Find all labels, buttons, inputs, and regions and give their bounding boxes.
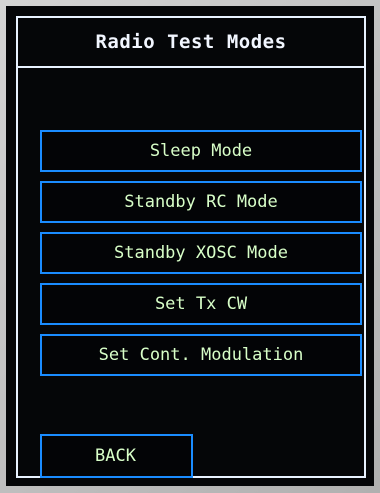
page-title: Radio Test Modes (95, 31, 287, 53)
standby-xosc-mode-button[interactable]: Standby XOSC Mode (40, 232, 362, 274)
set-cont-modulation-label: Set Cont. Modulation (98, 345, 304, 365)
back-button[interactable]: BACK (40, 434, 193, 478)
title-bar: Radio Test Modes (18, 18, 364, 68)
sleep-mode-button[interactable]: Sleep Mode (40, 130, 362, 172)
set-tx-cw-button[interactable]: Set Tx CW (40, 283, 362, 325)
set-tx-cw-label: Set Tx CW (154, 294, 248, 314)
standby-rc-mode-button[interactable]: Standby RC Mode (40, 181, 362, 223)
back-label: BACK (95, 446, 136, 466)
standby-xosc-mode-label: Standby XOSC Mode (114, 243, 288, 263)
set-cont-modulation-button[interactable]: Set Cont. Modulation (40, 334, 362, 376)
sleep-mode-label: Sleep Mode (149, 141, 253, 161)
standby-rc-mode-label: Standby RC Mode (124, 192, 278, 212)
lcd-screen: Radio Test Modes Sleep Mode Standby RC M… (6, 6, 374, 486)
